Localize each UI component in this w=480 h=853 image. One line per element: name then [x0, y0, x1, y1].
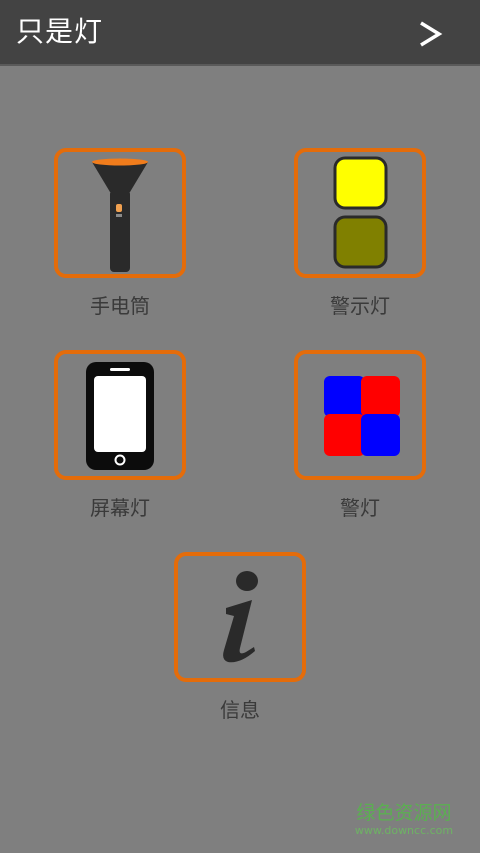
tile-label: 屏幕灯: [90, 496, 150, 520]
chevron-right-icon: [420, 21, 443, 47]
watermark: 绿色资源网 www.downcc.com: [346, 802, 462, 838]
tile-label: 信息: [220, 698, 260, 722]
police-light-icon: [324, 376, 400, 456]
tile-police-light[interactable]: 警灯: [294, 350, 426, 526]
tile-flashlight[interactable]: 手电筒: [54, 148, 186, 324]
next-button[interactable]: [404, 12, 456, 56]
tile-label: 警示灯: [330, 294, 390, 318]
watermark-title: 绿色资源网: [356, 802, 452, 824]
info-icon: [223, 571, 258, 663]
tile-label: 警灯: [340, 496, 380, 520]
tile-warning-light[interactable]: 警示灯: [294, 148, 426, 324]
app-bar: 只是灯: [0, 0, 480, 66]
tile-label: 手电筒: [90, 294, 150, 318]
tile-info[interactable]: 信息: [174, 552, 306, 728]
flashlight-icon: [92, 158, 148, 272]
tile-screen-light[interactable]: 屏幕灯: [54, 350, 186, 526]
app-title: 只是灯: [16, 15, 104, 48]
watermark-url: www.downcc.com: [354, 824, 454, 837]
phone-screen-icon: [86, 362, 154, 470]
warning-light-icon: [333, 156, 388, 269]
